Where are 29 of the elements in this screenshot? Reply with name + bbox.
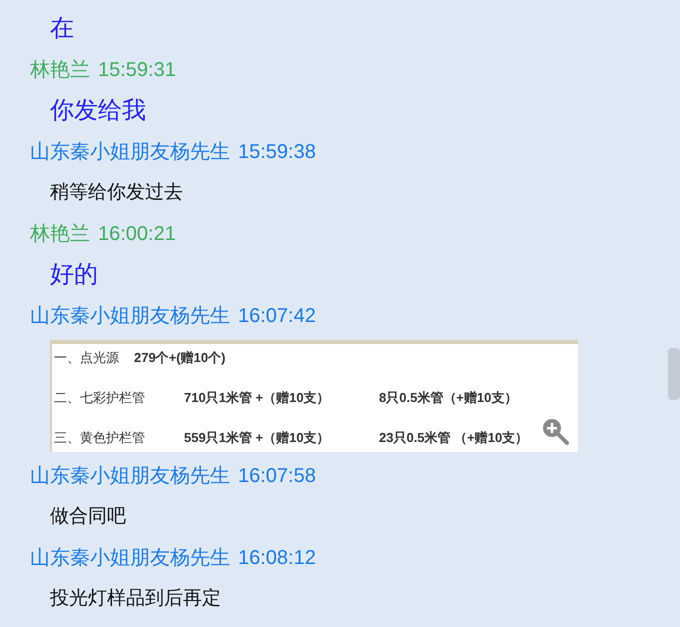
- message-text: 投光灯样品到后再定: [50, 586, 221, 611]
- scroll-thumb[interactable]: [668, 348, 680, 400]
- message-time: 16:07:58: [238, 464, 316, 489]
- zoom-in-icon[interactable]: [540, 416, 570, 446]
- document-text: 559只1米管 +（赠10支）: [184, 429, 331, 448]
- sender-name: 林艳兰: [30, 58, 90, 83]
- document-text: 279个+(赠10个): [134, 349, 226, 368]
- sender-name: 山东秦小姐朋友杨先生: [30, 140, 230, 165]
- sender-name: 山东秦小姐朋友杨先生: [30, 304, 230, 329]
- message-time: 15:59:31: [98, 58, 176, 83]
- message-time: 16:07:42: [238, 304, 316, 329]
- document-text: 一、点光源: [54, 349, 120, 368]
- sender-name: 山东秦小姐朋友杨先生: [30, 464, 230, 489]
- document-screenshot[interactable]: 一、点光源 279个+(赠10个) 二、七彩护栏管 710只1米管 +（赠10支） 8只0.5米管（+赠10支） 三、黄色护栏管 559只1米管 +（赠10支） 23只0.5米管 （+赠10支）: [50, 340, 578, 452]
- sender-name: 林艳兰: [30, 222, 90, 247]
- sender-name: 山东秦小姐朋友杨先生: [30, 546, 230, 571]
- document-text: 710只1米管 +（赠10支）: [184, 389, 331, 408]
- message-time: 16:08:12: [238, 546, 316, 571]
- document-text: 二、七彩护栏管: [54, 389, 146, 408]
- document-text: 23只0.5米管 （+赠10支）: [379, 429, 528, 448]
- message-time: 15:59:38: [238, 140, 316, 165]
- document-text: 8只0.5米管（+赠10支）: [379, 389, 518, 408]
- message-text: 在: [50, 14, 74, 44]
- message-time: 16:00:21: [98, 222, 176, 247]
- message-text: 你发给我: [50, 96, 146, 126]
- message-text: 稍等给你发过去: [50, 180, 183, 205]
- message-text: 好的: [50, 260, 98, 290]
- message-text: 做合同吧: [50, 504, 126, 529]
- document-text: 三、黄色护栏管: [54, 429, 146, 448]
